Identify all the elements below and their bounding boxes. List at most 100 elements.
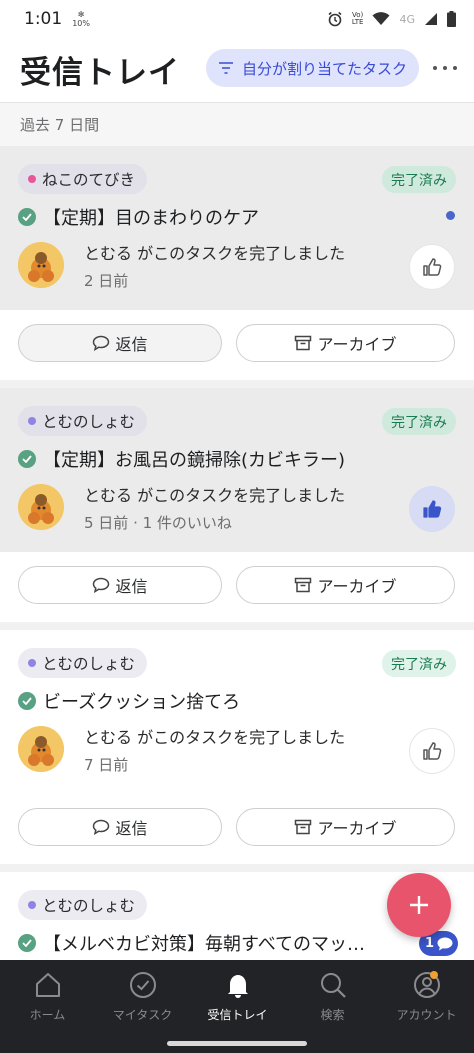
inbox-card: とむのしょむ 完了済み ビーズクッション捨てろ とむる がこのタスクを完了しまし… (0, 630, 474, 872)
reply-button[interactable]: 返信 (18, 808, 222, 846)
status-bar: 1:01 ✻ 10% Vo) LTE 4G (0, 0, 474, 38)
unread-indicator (446, 211, 455, 220)
project-name: とむのしょむ (42, 413, 136, 431)
inbox-card: ねこのてびき 完了済み 【定期】目のまわりのケア とむる がこのタスクを完了しま… (0, 146, 474, 388)
add-task-fab[interactable] (387, 873, 451, 937)
nav-label: 検索 (320, 1008, 345, 1022)
comment-icon (93, 577, 110, 593)
project-name: とむのしょむ (42, 897, 136, 915)
project-name: とむのしょむ (42, 655, 136, 673)
completed-check-icon (18, 450, 36, 468)
task-title[interactable]: 【定期】目のまわりのケア (43, 204, 259, 230)
section-header: 過去 7 日間 (0, 102, 474, 146)
archive-button[interactable]: アーカイブ (236, 808, 455, 846)
project-name: ねこのてびき (42, 171, 136, 189)
nav-label: ホーム (29, 1008, 66, 1022)
comment-count: 1 (425, 936, 435, 951)
assigned-by-me-filter-button[interactable]: 自分が割り当てたタスク (206, 49, 419, 87)
nav-label: マイタスク (112, 1008, 173, 1022)
completed-check-icon (18, 208, 36, 226)
archive-label: アーカイブ (317, 577, 397, 596)
account-icon (413, 971, 440, 998)
activity-meta: 7 日前 (84, 756, 129, 774)
status-time: 1:01 (24, 9, 63, 29)
archive-icon (295, 819, 312, 835)
app-header: 受信トレイ 自分が割り当てたタスク (0, 38, 474, 100)
reply-button[interactable]: 返信 (18, 324, 222, 362)
comment-icon (93, 335, 110, 351)
archive-icon (295, 577, 312, 593)
activity-meta: 5 日前 · 1 件のいいね (84, 514, 232, 532)
plus-icon (410, 896, 428, 914)
completed-check-icon (18, 934, 36, 952)
bell-icon (227, 975, 248, 998)
nav-inbox[interactable]: 受信トレイ (190, 970, 285, 1023)
inbox-card-body[interactable]: とむのしょむ 完了済み 【定期】お風呂の鏡掃除(カビキラー) とむる がこのタス… (0, 388, 474, 552)
project-color-dot (28, 659, 36, 667)
thumbs-up-icon (423, 742, 442, 760)
avatar (18, 726, 64, 772)
task-title[interactable]: ビーズクッション捨てろ (43, 688, 240, 714)
nav-label: アカウント (396, 1008, 457, 1022)
activity-meta: 2 日前 (84, 272, 129, 290)
task-title[interactable]: 【定期】お風呂の鏡掃除(カビキラー) (43, 446, 345, 472)
signal-icon (425, 13, 437, 25)
inbox-card: とむのしょむ 完了済み 【定期】お風呂の鏡掃除(カビキラー) とむる がこのタス… (0, 388, 474, 630)
inbox-card-body[interactable]: ねこのてびき 完了済み 【定期】目のまわりのケア とむる がこのタスクを完了しま… (0, 146, 474, 310)
avatar (18, 484, 64, 530)
card-separator (0, 622, 474, 630)
like-button[interactable] (409, 244, 455, 290)
nav-home[interactable]: ホーム (0, 970, 95, 1023)
project-chip[interactable]: とむのしょむ (18, 648, 148, 678)
reply-label: 返信 (115, 335, 148, 354)
project-chip[interactable]: ねこのてびき (18, 164, 148, 194)
activity-text: とむる がこのタスクを完了しました (84, 244, 346, 263)
more-options-icon[interactable] (430, 55, 460, 81)
like-button[interactable] (409, 728, 455, 774)
archive-button[interactable]: アーカイブ (236, 566, 455, 604)
wifi-icon (372, 12, 390, 25)
alarm-icon (328, 11, 342, 27)
network-speed-value: 10% (72, 19, 90, 28)
card-separator (0, 380, 474, 388)
activity-text: とむる がこのタスクを完了しました (84, 728, 346, 747)
network-speed-icon: ✻ (77, 10, 85, 19)
home-indicator[interactable] (167, 1041, 307, 1046)
comment-icon (93, 819, 110, 835)
project-chip[interactable]: とむのしょむ (18, 890, 148, 920)
inbox-card-body[interactable]: とむのしょむ 完了済み ビーズクッション捨てろ とむる がこのタスクを完了しまし… (0, 630, 474, 794)
network-type: 4G (399, 12, 415, 26)
check-circle-icon (129, 972, 156, 998)
page-title: 受信トレイ (20, 54, 180, 91)
activity-text: とむる がこのタスクを完了しました (84, 486, 346, 505)
project-chip[interactable]: とむのしょむ (18, 406, 148, 436)
avatar (18, 242, 64, 288)
volte-indicator: Vo) LTE (351, 11, 364, 26)
section-label: 過去 7 日間 (20, 116, 100, 134)
like-button[interactable] (409, 486, 455, 532)
home-icon (35, 973, 60, 997)
thumbs-up-icon (423, 258, 442, 276)
project-color-dot (28, 901, 36, 909)
nav-account[interactable]: アカウント (379, 970, 474, 1023)
archive-label: アーカイブ (317, 335, 397, 354)
status-badge: 完了済み (382, 650, 456, 677)
archive-label: アーカイブ (317, 819, 397, 838)
nav-search[interactable]: 検索 (285, 970, 380, 1023)
reply-button[interactable]: 返信 (18, 566, 222, 604)
search-icon (320, 973, 346, 998)
archive-button[interactable]: アーカイブ (236, 324, 455, 362)
project-color-dot (28, 417, 36, 425)
status-badge: 完了済み (382, 166, 456, 193)
status-badge: 完了済み (382, 408, 456, 435)
filter-icon (219, 62, 233, 74)
card-separator (0, 864, 474, 872)
bottom-navigation: ホーム マイタスク 受信トレイ 検索 アカウント (0, 960, 474, 1053)
archive-icon (295, 335, 312, 351)
nav-my-tasks[interactable]: マイタスク (95, 970, 190, 1023)
completed-check-icon (18, 692, 36, 710)
thumbs-up-icon (423, 500, 442, 518)
network-speed-indicator: ✻ 10% (72, 10, 90, 28)
task-title[interactable]: 【メルベカビ対策】毎朝すべてのマッ… (43, 930, 365, 956)
battery-icon (447, 11, 456, 27)
